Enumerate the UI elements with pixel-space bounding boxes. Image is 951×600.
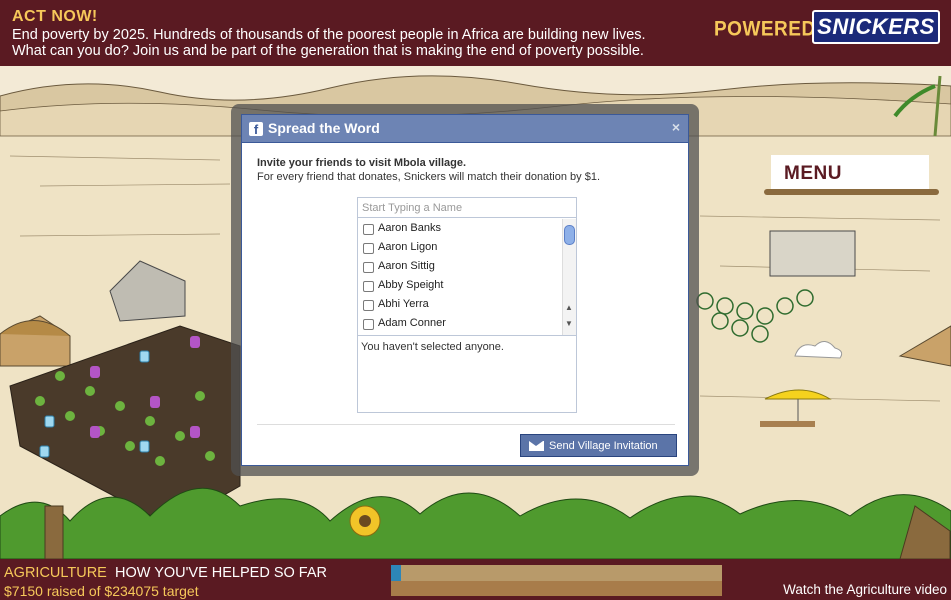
envelope-icon xyxy=(529,441,544,451)
send-village-invitation-button[interactable]: Send Village Invitation xyxy=(520,434,677,457)
watch-video-link[interactable]: Watch the Agriculture video xyxy=(783,582,947,597)
powered-by-badge[interactable]: POWERED BY SNICKERS xyxy=(688,7,945,47)
friend-name: Adam Conner xyxy=(378,317,446,329)
friend-row[interactable]: Abhi Yerra xyxy=(358,295,561,314)
scroll-up-icon[interactable]: ▲ xyxy=(565,303,573,312)
invite-description: For every friend that donates, Snickers … xyxy=(257,171,601,183)
facebook-icon: f xyxy=(249,122,263,137)
app-root: ACT NOW! End poverty by 2025. Hundreds o… xyxy=(0,0,951,600)
funding-progress-bar xyxy=(391,565,722,596)
selected-friends-area: You haven't selected anyone. xyxy=(358,335,576,412)
village-scene[interactable]: MENU f Spread the Word × Invite your fri… xyxy=(0,66,951,559)
menu-label: MENU xyxy=(784,163,842,184)
how-helped-label: HOW YOU'VE HELPED SO FAR xyxy=(115,565,327,581)
close-icon[interactable]: × xyxy=(672,119,680,135)
friend-list-scrollbar[interactable]: ▲ ▼ xyxy=(562,219,576,335)
friend-checkbox[interactable] xyxy=(363,300,374,311)
send-button-label: Send Village Invitation xyxy=(549,440,658,452)
top-banner: ACT NOW! End poverty by 2025. Hundreds o… xyxy=(0,0,951,66)
banner-line-1: End poverty by 2025. Hundreds of thousan… xyxy=(12,27,646,43)
act-now-heading: ACT NOW! xyxy=(12,8,98,25)
dialog-title: Spread the Word xyxy=(268,120,380,136)
invite-heading: Invite your friends to visit Mbola villa… xyxy=(257,157,467,169)
friend-name: Aaron Ligon xyxy=(378,241,438,253)
snickers-logo[interactable]: SNICKERS xyxy=(812,10,940,44)
friend-search-input[interactable] xyxy=(358,198,576,218)
progress-soil-strip xyxy=(391,581,722,596)
friend-checkbox[interactable] xyxy=(363,243,374,254)
friend-checkbox[interactable] xyxy=(363,319,374,330)
friend-name: Aaron Sittig xyxy=(378,260,435,272)
bottom-bar: AGRICULTURE HOW YOU'VE HELPED SO FAR $71… xyxy=(0,559,951,600)
friend-name: Abby Speight xyxy=(378,279,444,291)
scroll-down-icon[interactable]: ▼ xyxy=(565,319,573,328)
friend-row[interactable]: Abby Speight xyxy=(358,276,561,295)
friend-row[interactable]: Aaron Sittig xyxy=(358,257,561,276)
spread-the-word-dialog: f Spread the Word × Invite your friends … xyxy=(241,114,689,466)
banner-line-2: What can you do? Join us and be part of … xyxy=(12,43,644,59)
dialog-divider xyxy=(257,424,675,425)
category-label: AGRICULTURE xyxy=(4,565,107,581)
friend-name: Aaron Banks xyxy=(378,222,441,234)
dialog-header: f Spread the Word × xyxy=(242,115,688,143)
friend-list[interactable]: Aaron Banks Aaron Ligon Aaron Sittig Abb… xyxy=(358,219,561,335)
friend-row[interactable]: Aaron Ligon xyxy=(358,238,561,257)
friend-name: Abhi Yerra xyxy=(378,298,429,310)
friend-row[interactable]: Adam Conner xyxy=(358,314,561,333)
friend-checkbox[interactable] xyxy=(363,281,374,292)
selected-friends-text: You haven't selected anyone. xyxy=(361,341,504,353)
menu-stick xyxy=(764,189,939,195)
friend-checkbox[interactable] xyxy=(363,224,374,235)
menu-button[interactable]: MENU xyxy=(764,155,939,195)
friend-checkbox[interactable] xyxy=(363,262,374,273)
friend-selector: Aaron Banks Aaron Ligon Aaron Sittig Abb… xyxy=(357,197,577,413)
dialog-overlay: f Spread the Word × Invite your friends … xyxy=(231,104,699,476)
raised-amount: $7150 raised of $234075 target xyxy=(4,583,199,599)
scrollbar-thumb[interactable] xyxy=(564,225,575,245)
friend-row[interactable]: Aaron Banks xyxy=(358,219,561,238)
